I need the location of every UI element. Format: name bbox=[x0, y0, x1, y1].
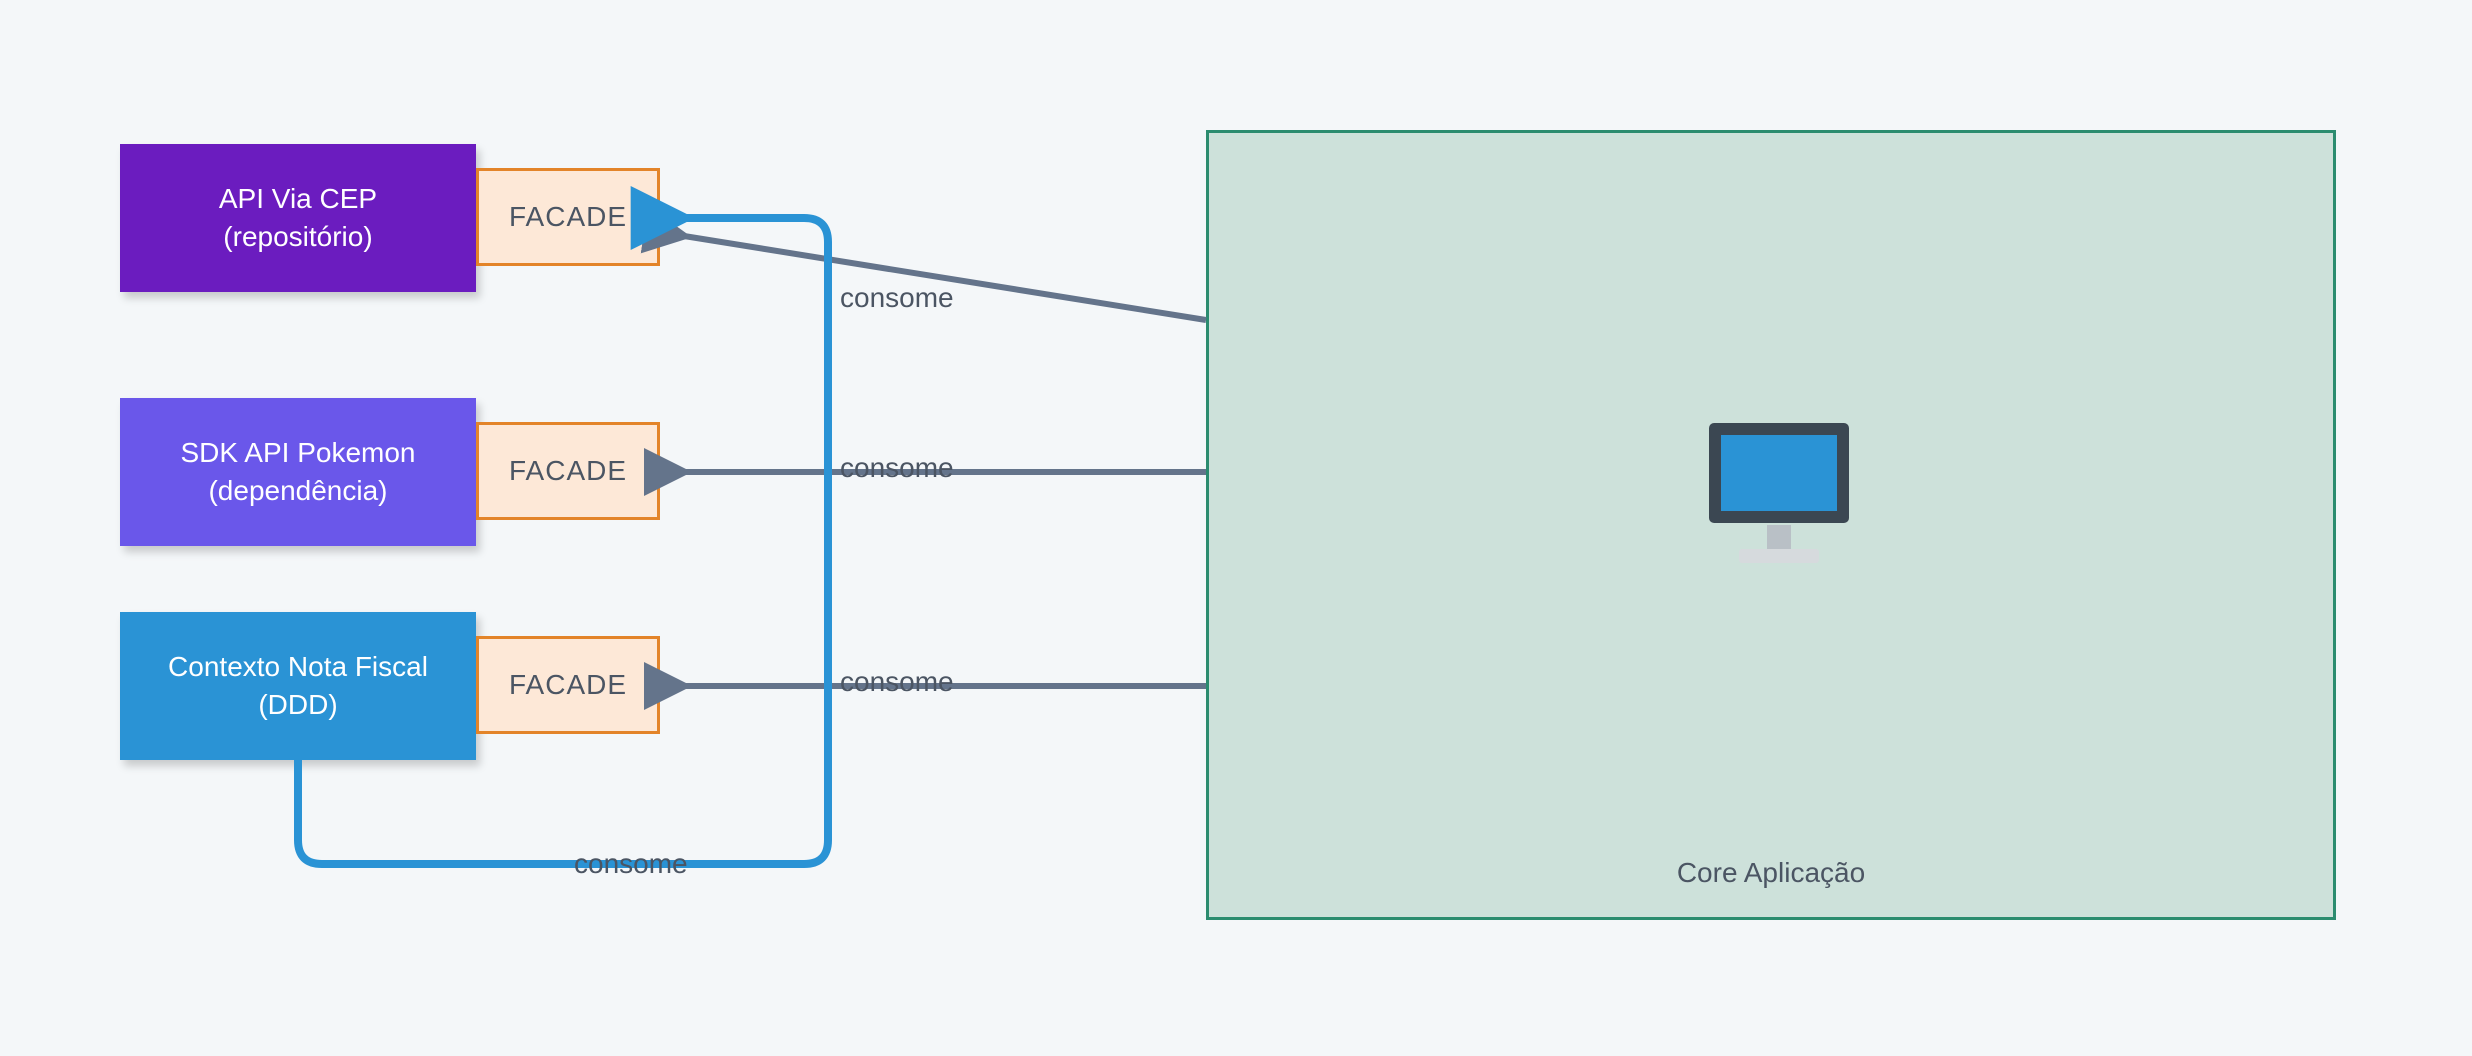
edge-label-consome-3: consome bbox=[840, 666, 954, 698]
node-api-via-cep: API Via CEP (repositório) bbox=[120, 144, 476, 292]
node-nota-fiscal: Contexto Nota Fiscal (DDD) bbox=[120, 612, 476, 760]
node-label-line: (repositório) bbox=[223, 221, 372, 252]
edge-label-consome-4: consome bbox=[574, 848, 688, 880]
core-label: Core Aplicação bbox=[1209, 857, 2333, 889]
facade-label: FACADE bbox=[509, 455, 627, 487]
facade-nota-fiscal: FACADE bbox=[476, 636, 660, 734]
node-label-line: (dependência) bbox=[208, 475, 387, 506]
edge-label-consome-1: consome bbox=[840, 282, 954, 314]
node-label-line: Contexto Nota Fiscal bbox=[168, 651, 428, 682]
edge-label-consome-2: consome bbox=[840, 452, 954, 484]
node-label-line: API Via CEP bbox=[219, 183, 377, 214]
monitor-icon bbox=[1699, 413, 1859, 583]
facade-sdk-pokemon: FACADE bbox=[476, 422, 660, 520]
node-core-aplicacao: Core Aplicação bbox=[1206, 130, 2336, 920]
facade-api-via-cep: FACADE bbox=[476, 168, 660, 266]
node-label-line: (DDD) bbox=[258, 689, 337, 720]
node-label-line: SDK API Pokemon bbox=[180, 437, 415, 468]
facade-label: FACADE bbox=[509, 201, 627, 233]
facade-label: FACADE bbox=[509, 669, 627, 701]
node-sdk-pokemon: SDK API Pokemon (dependência) bbox=[120, 398, 476, 546]
